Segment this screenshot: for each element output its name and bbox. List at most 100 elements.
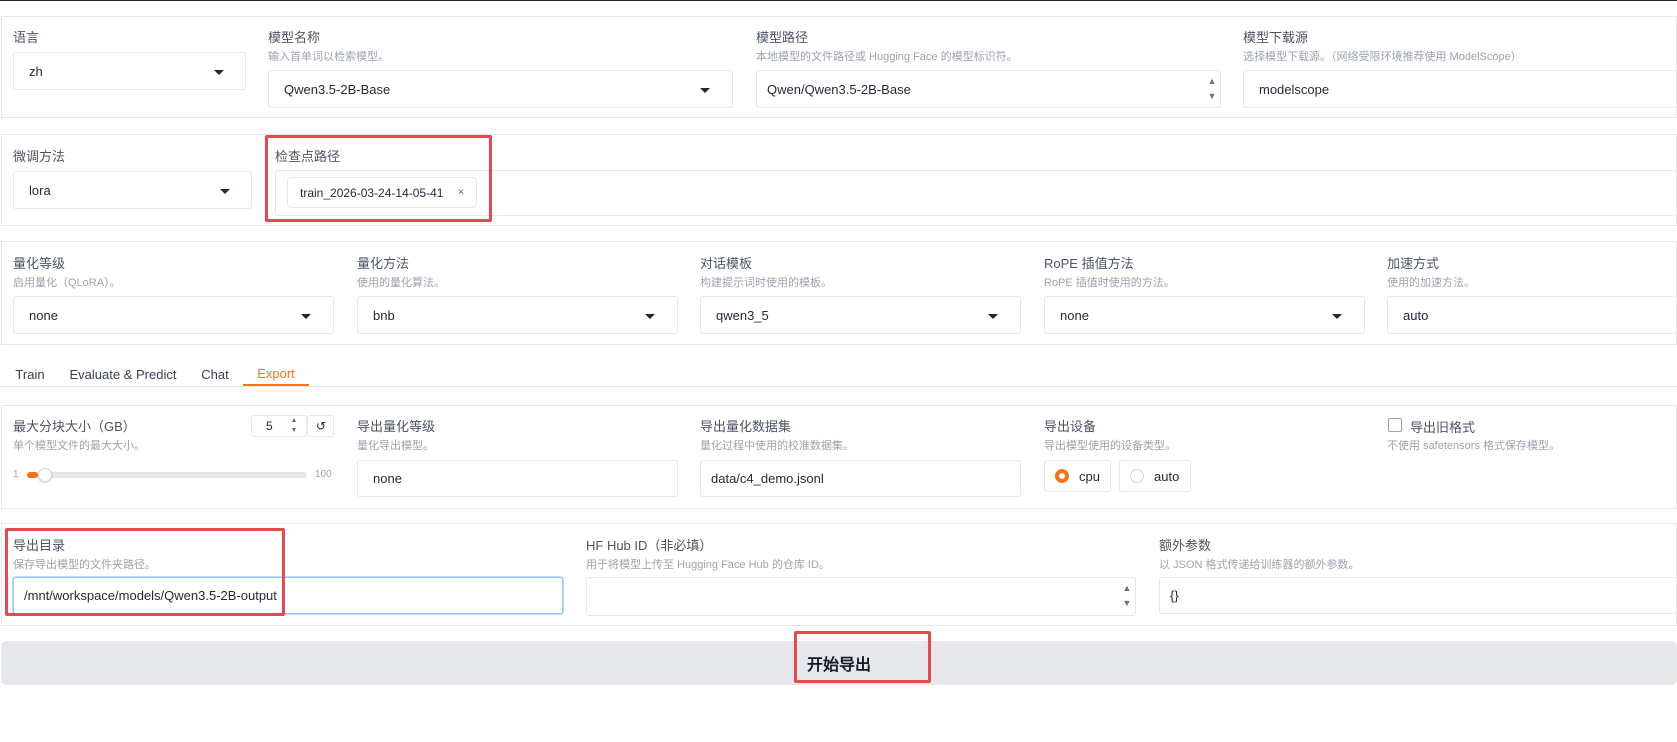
tab-evaluate-predict[interactable]: Evaluate & Predict (66, 362, 180, 386)
model-name-value: Qwen3.5-2B-Base (284, 81, 391, 97)
reset-icon: ↺ (316, 419, 327, 433)
quant-bit-info: 启用量化（QLoRA）。 (13, 277, 121, 289)
template-dropdown[interactable]: qwen3_5 (700, 296, 1021, 334)
finetune-dropdown[interactable]: lora (13, 171, 252, 209)
export-device-label: 导出设备 (1044, 419, 1097, 434)
spin-arrows-icon[interactable]: ▲ ▼ (1123, 583, 1132, 609)
export-legacy-checkbox[interactable] (1388, 418, 1402, 432)
checkpoint-chip-label: train_2026-03-24-14-05-41 (300, 185, 444, 200)
export-dataset-value: data/c4_demo.jsonl (711, 471, 824, 486)
booster-info: 使用的加速方法。 (1387, 277, 1475, 289)
chevron-down-icon (301, 314, 311, 319)
shard-size-number[interactable]: 5 ▲ ▼ (251, 415, 307, 437)
model-name-dropdown[interactable]: Qwen3.5-2B-Base (268, 70, 733, 108)
export-dataset-info: 量化过程中使用的校准数据集。 (700, 440, 854, 452)
export-dir-info: 保存导出模型的文件夹路径。 (13, 559, 156, 571)
hub-label: 模型下载源 (1243, 30, 1309, 45)
tab-export[interactable]: Export (243, 362, 309, 386)
rope-value: none (1060, 307, 1089, 323)
model-name-label: 模型名称 (268, 30, 321, 45)
extra-args-info: 以 JSON 格式传递给训练器的额外参数。 (1159, 559, 1360, 571)
lang-value: zh (29, 63, 43, 79)
lang-label: 语言 (13, 30, 40, 45)
top-border (0, 0, 1677, 1)
checkpoint-label: 检查点路径 (275, 149, 341, 164)
reset-button[interactable]: ↺ (307, 415, 334, 437)
quant-bit-label: 量化等级 (13, 256, 66, 271)
extra-args-label: 额外参数 (1159, 538, 1212, 553)
export-quant-bit-value: none (373, 471, 402, 486)
chevron-down-icon (645, 314, 655, 319)
device-option-auto[interactable]: auto (1119, 460, 1191, 492)
chevron-down-icon (220, 189, 230, 194)
export-dir-input[interactable]: /mnt/workspace/models/Qwen3.5-2B-output (13, 577, 563, 614)
finetune-value: lora (29, 182, 51, 198)
checkpoint-chip[interactable]: train_2026-03-24-14-05-41 × (287, 177, 477, 208)
hub-id-label: HF Hub ID（非必填） (586, 538, 713, 553)
radio-unselected-icon (1130, 469, 1144, 483)
export-dataset-label: 导出量化数据集 (700, 419, 792, 434)
hub-id-info: 用于将模型上传至 Hugging Face Hub 的仓库 ID。 (586, 559, 830, 571)
quant-method-label: 量化方法 (357, 256, 410, 271)
export-dataset-input[interactable]: data/c4_demo.jsonl (700, 460, 1021, 497)
tab-divider (0, 386, 1677, 387)
checkpoint-multiselect[interactable] (275, 170, 1677, 216)
quant-method-value: bnb (373, 307, 395, 323)
template-value: qwen3_5 (716, 307, 769, 323)
model-path-label: 模型路径 (756, 30, 809, 45)
model-name-info: 输入首单词以检索模型。 (268, 51, 389, 63)
spin-arrows-icon[interactable]: ▲ ▼ (290, 417, 298, 435)
chevron-down-icon (988, 314, 998, 319)
lang-dropdown[interactable]: zh (13, 52, 246, 90)
booster-dropdown[interactable]: auto (1387, 296, 1677, 334)
chevron-down-icon (1332, 314, 1342, 319)
model-path-input[interactable]: Qwen/Qwen3.5-2B-Base ▲ ▼ (756, 70, 1221, 108)
tab-train[interactable]: Train (8, 362, 52, 386)
hub-info: 选择模型下载源。（网络受限环境推荐使用 ModelScope） (1243, 51, 1522, 63)
booster-value: auto (1403, 307, 1429, 323)
radio-selected-icon (1055, 469, 1069, 483)
quant-method-dropdown[interactable]: bnb (357, 296, 678, 334)
shard-size-value: 5 (266, 419, 273, 433)
rope-label: RoPE 插值方法 (1044, 256, 1134, 271)
hub-id-input[interactable]: ▲ ▼ (586, 577, 1136, 616)
chevron-down-icon (214, 70, 224, 75)
export-device-info: 导出模型使用的设备类型。 (1044, 440, 1176, 452)
shard-size-info: 单个模型文件的最大大小。 (13, 440, 145, 452)
device-option-cpu[interactable]: cpu (1044, 460, 1111, 492)
hub-dropdown[interactable]: modelscope (1243, 70, 1677, 108)
export-dir-label: 导出目录 (13, 538, 66, 553)
rope-info: RoPE 插值时使用的方法。 (1044, 277, 1175, 289)
booster-label: 加速方式 (1387, 256, 1440, 271)
export-quant-bit-info: 量化导出模型。 (357, 440, 434, 452)
shard-max-label: 100 (315, 469, 332, 480)
shard-size-slider[interactable] (27, 472, 307, 478)
chevron-down-icon (700, 88, 710, 93)
shard-slider-fill (27, 472, 39, 478)
model-path-info: 本地模型的文件路径或 Hugging Face 的模型标识符。 (756, 51, 1018, 63)
close-icon[interactable]: × (458, 187, 464, 198)
template-info: 构建提示词时使用的模板。 (700, 277, 832, 289)
device-option-cpu-label: cpu (1079, 468, 1100, 484)
quant-method-info: 使用的量化算法。 (357, 277, 445, 289)
extra-args-value: {} (1170, 588, 1179, 603)
start-export-button[interactable]: 开始导出 (1, 641, 1677, 685)
tab-chat[interactable]: Chat (194, 362, 236, 386)
extra-args-input[interactable]: {} (1159, 577, 1677, 614)
shard-min-label: 1 (13, 469, 19, 480)
start-export-label: 开始导出 (806, 657, 871, 674)
export-quant-bit-dropdown[interactable]: none (357, 460, 678, 497)
rope-dropdown[interactable]: none (1044, 296, 1365, 334)
spin-arrows-icon[interactable]: ▲ ▼ (1208, 76, 1217, 102)
finetune-label: 微调方法 (13, 149, 66, 164)
model-path-value: Qwen/Qwen3.5-2B-Base (767, 81, 911, 97)
export-quant-bit-label: 导出量化等级 (357, 419, 436, 434)
export-legacy-info: 不使用 safetensors 格式保存模型。 (1387, 440, 1560, 452)
shard-size-label: 最大分块大小（GB） (13, 419, 136, 434)
template-label: 对话模板 (700, 256, 753, 271)
export-legacy-label[interactable]: 导出旧格式 (1410, 417, 1475, 436)
quant-bit-dropdown[interactable]: none (13, 296, 334, 334)
quant-bit-value: none (29, 307, 58, 323)
export-dir-value: /mnt/workspace/models/Qwen3.5-2B-output (24, 588, 277, 603)
hub-value: modelscope (1259, 81, 1330, 97)
